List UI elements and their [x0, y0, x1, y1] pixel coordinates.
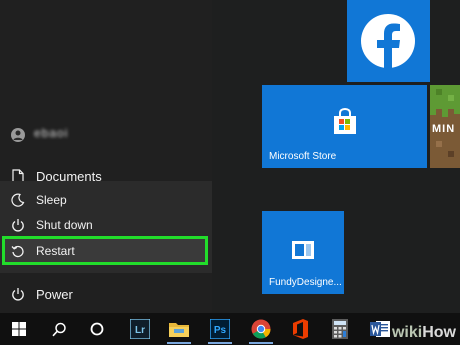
taskbar: Lr Ps wikiHow: [0, 313, 460, 345]
shut-down-option[interactable]: Shut down: [0, 212, 93, 238]
minecraft-tile[interactable]: MIN: [430, 85, 460, 168]
shut-down-label: Shut down: [36, 218, 93, 232]
calculator-icon: [332, 319, 348, 339]
windows-icon: [12, 322, 26, 336]
photoshop-icon-text: Ps: [214, 325, 227, 336]
sleep-option[interactable]: Sleep: [0, 187, 67, 213]
moon-icon: [10, 192, 26, 208]
word-icon: [370, 321, 390, 337]
minecraft-tile-text: MIN: [432, 123, 456, 135]
facebook-tile[interactable]: [347, 0, 430, 82]
search-button[interactable]: [40, 313, 78, 345]
power-icon: [10, 217, 26, 233]
active-indicator: [249, 342, 273, 344]
facebook-icon: [361, 14, 415, 74]
office-icon: [293, 319, 308, 339]
cortana-icon: [90, 322, 104, 336]
cortana-button[interactable]: [78, 313, 116, 345]
user-icon: [13, 130, 23, 140]
restart-icon: [10, 243, 26, 259]
user-name[interactable]: ebaoi: [34, 126, 68, 140]
fundy-tile-label: FundyDesigne...: [269, 277, 342, 288]
photoshop-icon: Ps: [210, 319, 230, 339]
restart-option[interactable]: Restart: [0, 238, 75, 264]
office-app[interactable]: [281, 313, 319, 345]
store-tile-label: Microsoft Store: [269, 151, 337, 162]
restart-label: Restart: [36, 244, 75, 258]
start-menu: Microsoft Store MIN FundyDesigne... ebao…: [0, 0, 460, 313]
calculator-app[interactable]: [321, 313, 359, 345]
lightroom-app[interactable]: Lr: [121, 313, 159, 345]
fundy-designer-tile[interactable]: FundyDesigne...: [262, 211, 344, 294]
start-button[interactable]: [0, 313, 38, 345]
user-avatar[interactable]: [11, 128, 25, 142]
lightroom-icon-text: Lr: [135, 325, 145, 336]
microsoft-store-tile[interactable]: Microsoft Store: [262, 85, 427, 168]
search-icon: [51, 322, 66, 336]
chrome-app[interactable]: [242, 313, 280, 345]
wikihow-watermark: wikiHow: [392, 324, 456, 342]
active-indicator: [208, 342, 232, 344]
power-button[interactable]: Power: [0, 281, 73, 307]
folder-icon: [169, 323, 189, 337]
photoshop-app[interactable]: Ps: [201, 313, 239, 345]
fundy-app-icon: [292, 241, 314, 259]
sleep-label: Sleep: [36, 193, 67, 207]
watermark-part2: How: [422, 324, 456, 341]
power-icon: [10, 286, 26, 302]
active-indicator: [167, 342, 191, 344]
store-bag-icon: [334, 107, 356, 134]
file-explorer-app[interactable]: [160, 313, 198, 345]
start-left-rail: ebaoi Documents Sleep Shut down Restart …: [0, 0, 212, 313]
watermark-part1: wiki: [391, 324, 423, 341]
chrome-icon: [251, 319, 271, 339]
lightroom-icon: Lr: [130, 319, 150, 339]
power-label: Power: [36, 286, 73, 302]
